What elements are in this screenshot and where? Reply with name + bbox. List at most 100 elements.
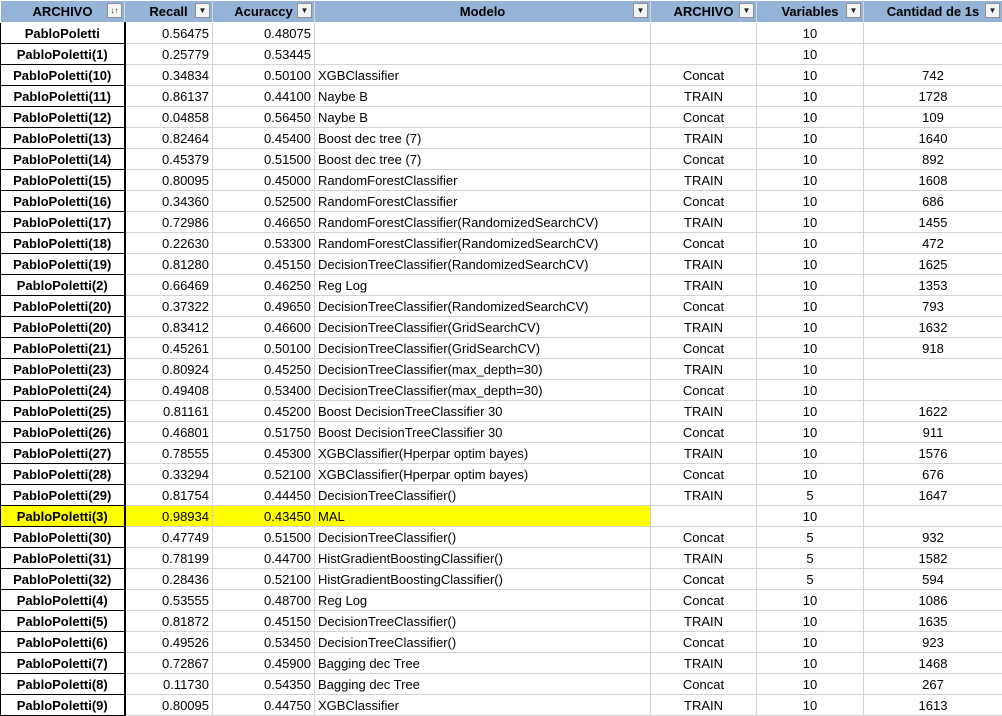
cell-accuracy[interactable]: 0.48700: [213, 590, 315, 611]
cell-modelo[interactable]: Bagging dec Tree: [315, 653, 651, 674]
cell-archivo[interactable]: PabloPoletti(3): [1, 506, 125, 527]
cell-archivo[interactable]: PabloPoletti(30): [1, 527, 125, 548]
cell-recall[interactable]: 0.83412: [125, 317, 213, 338]
cell-modelo[interactable]: DecisionTreeClassifier(): [315, 485, 651, 506]
filter-dropdown-icon[interactable]: ▼: [739, 3, 754, 18]
cell-archivo[interactable]: PabloPoletti(27): [1, 443, 125, 464]
cell-cantidad[interactable]: 923: [864, 632, 1002, 653]
cell-modelo[interactable]: RandomForestClassifier(RandomizedSearchC…: [315, 212, 651, 233]
cell-archivo-2[interactable]: Concat: [651, 464, 757, 485]
cell-modelo[interactable]: HistGradientBoostingClassifier(): [315, 569, 651, 590]
cell-cantidad[interactable]: 1455: [864, 212, 1002, 233]
cell-recall[interactable]: 0.25779: [125, 44, 213, 65]
cell-archivo[interactable]: PabloPoletti(17): [1, 212, 125, 233]
cell-modelo[interactable]: DecisionTreeClassifier(): [315, 527, 651, 548]
cell-modelo[interactable]: [315, 23, 651, 44]
cell-archivo-2[interactable]: [651, 23, 757, 44]
cell-archivo-2[interactable]: TRAIN: [651, 653, 757, 674]
cell-archivo-2[interactable]: TRAIN: [651, 275, 757, 296]
cell-archivo-2[interactable]: Concat: [651, 380, 757, 401]
cell-accuracy[interactable]: 0.52100: [213, 569, 315, 590]
cell-recall[interactable]: 0.34360: [125, 191, 213, 212]
cell-accuracy[interactable]: 0.54350: [213, 674, 315, 695]
cell-modelo[interactable]: XGBClassifier: [315, 65, 651, 86]
cell-cantidad[interactable]: 892: [864, 149, 1002, 170]
cell-archivo-2[interactable]: Concat: [651, 569, 757, 590]
cell-accuracy[interactable]: 0.53300: [213, 233, 315, 254]
cell-archivo-2[interactable]: TRAIN: [651, 254, 757, 275]
filter-dropdown-icon[interactable]: ▼: [985, 3, 1000, 18]
cell-variables[interactable]: 10: [757, 212, 864, 233]
cell-archivo[interactable]: PabloPoletti(15): [1, 170, 125, 191]
cell-modelo[interactable]: Reg Log: [315, 275, 651, 296]
cell-modelo[interactable]: DecisionTreeClassifier(GridSearchCV): [315, 317, 651, 338]
cell-modelo[interactable]: Boost dec tree (7): [315, 128, 651, 149]
cell-cantidad[interactable]: 109: [864, 107, 1002, 128]
cell-archivo-2[interactable]: Concat: [651, 296, 757, 317]
cell-cantidad[interactable]: 472: [864, 233, 1002, 254]
cell-recall[interactable]: 0.72867: [125, 653, 213, 674]
cell-archivo[interactable]: PabloPoletti(31): [1, 548, 125, 569]
cell-recall[interactable]: 0.80924: [125, 359, 213, 380]
cell-variables[interactable]: 10: [757, 464, 864, 485]
cell-archivo[interactable]: PabloPoletti(13): [1, 128, 125, 149]
cell-variables[interactable]: 10: [757, 632, 864, 653]
cell-cantidad[interactable]: 793: [864, 296, 1002, 317]
filter-dropdown-icon[interactable]: ▼: [633, 3, 648, 18]
header-archivo[interactable]: ARCHIVO↓↑: [1, 1, 125, 23]
cell-archivo-2[interactable]: Concat: [651, 107, 757, 128]
cell-recall[interactable]: 0.28436: [125, 569, 213, 590]
cell-accuracy[interactable]: 0.48075: [213, 23, 315, 44]
cell-recall[interactable]: 0.80095: [125, 695, 213, 716]
cell-variables[interactable]: 10: [757, 65, 864, 86]
cell-archivo[interactable]: PabloPoletti(28): [1, 464, 125, 485]
cell-modelo[interactable]: DecisionTreeClassifier(GridSearchCV): [315, 338, 651, 359]
cell-archivo-2[interactable]: TRAIN: [651, 128, 757, 149]
cell-recall[interactable]: 0.56475: [125, 23, 213, 44]
header-accuracy[interactable]: Acuraccy▼: [213, 1, 315, 23]
cell-modelo[interactable]: DecisionTreeClassifier(): [315, 632, 651, 653]
cell-accuracy[interactable]: 0.46650: [213, 212, 315, 233]
cell-recall[interactable]: 0.81872: [125, 611, 213, 632]
cell-modelo[interactable]: RandomForestClassifier: [315, 191, 651, 212]
cell-accuracy[interactable]: 0.51500: [213, 527, 315, 548]
cell-cantidad[interactable]: [864, 23, 1002, 44]
cell-archivo-2[interactable]: Concat: [651, 338, 757, 359]
cell-cantidad[interactable]: [864, 380, 1002, 401]
cell-accuracy[interactable]: 0.45400: [213, 128, 315, 149]
cell-modelo[interactable]: XGBClassifier: [315, 695, 651, 716]
header-variables[interactable]: Variables▼: [757, 1, 864, 23]
cell-recall[interactable]: 0.37322: [125, 296, 213, 317]
cell-archivo-2[interactable]: Concat: [651, 527, 757, 548]
cell-accuracy[interactable]: 0.44100: [213, 86, 315, 107]
cell-accuracy[interactable]: 0.45150: [213, 611, 315, 632]
cell-archivo[interactable]: PabloPoletti(12): [1, 107, 125, 128]
cell-modelo[interactable]: Reg Log: [315, 590, 651, 611]
cell-cantidad[interactable]: 742: [864, 65, 1002, 86]
cell-variables[interactable]: 10: [757, 653, 864, 674]
cell-variables[interactable]: 10: [757, 590, 864, 611]
cell-accuracy[interactable]: 0.50100: [213, 338, 315, 359]
cell-recall[interactable]: 0.22630: [125, 233, 213, 254]
cell-modelo[interactable]: HistGradientBoostingClassifier(): [315, 548, 651, 569]
cell-cantidad[interactable]: 1632: [864, 317, 1002, 338]
cell-archivo-2[interactable]: Concat: [651, 674, 757, 695]
cell-modelo[interactable]: DecisionTreeClassifier(RandomizedSearchC…: [315, 254, 651, 275]
cell-variables[interactable]: 10: [757, 254, 864, 275]
cell-variables[interactable]: 10: [757, 233, 864, 254]
cell-archivo[interactable]: PabloPoletti(21): [1, 338, 125, 359]
cell-variables[interactable]: 10: [757, 191, 864, 212]
cell-variables[interactable]: 10: [757, 611, 864, 632]
cell-variables[interactable]: 10: [757, 44, 864, 65]
cell-variables[interactable]: 5: [757, 527, 864, 548]
cell-archivo[interactable]: PabloPoletti(6): [1, 632, 125, 653]
cell-cantidad[interactable]: [864, 359, 1002, 380]
cell-archivo[interactable]: PabloPoletti(32): [1, 569, 125, 590]
cell-archivo-2[interactable]: TRAIN: [651, 611, 757, 632]
cell-cantidad[interactable]: 1468: [864, 653, 1002, 674]
cell-archivo-2[interactable]: Concat: [651, 233, 757, 254]
cell-archivo[interactable]: PabloPoletti(25): [1, 401, 125, 422]
cell-variables[interactable]: 10: [757, 275, 864, 296]
cell-archivo[interactable]: PabloPoletti(10): [1, 65, 125, 86]
cell-variables[interactable]: 10: [757, 338, 864, 359]
